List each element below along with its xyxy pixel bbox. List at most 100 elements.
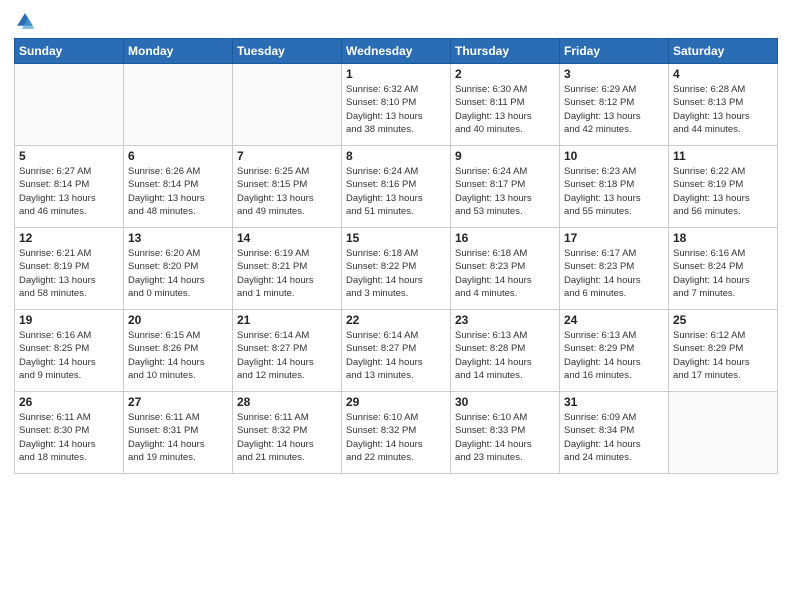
day-number: 18 [673,231,773,245]
calendar-cell: 2 Sunrise: 6:30 AM Sunset: 8:11 PM Daylig… [451,64,560,146]
calendar-cell: 18Sunrise: 6:16 AM Sunset: 8:24 PM Dayli… [669,228,778,310]
day-info: Sunrise: 6:28 AM Sunset: 8:13 PM Dayligh… [673,83,773,136]
calendar-week-2: 5Sunrise: 6:27 AM Sunset: 8:14 PM Daylig… [15,146,778,228]
calendar-cell: 20 Sunrise: 6:15 AM Sunset: 8:26 PM Dayli… [124,310,233,392]
calendar-cell: 25 Sunrise: 6:12 AM Sunset: 8:29 PM Dayli… [669,310,778,392]
calendar-cell: 14Sunrise: 6:19 AM Sunset: 8:21 PM Dayli… [233,228,342,310]
day-number: 3 [564,67,664,81]
day-number: 11 [673,149,773,163]
calendar-cell: 11 Sunrise: 6:22 AM Sunset: 8:19 PM Dayli… [669,146,778,228]
calendar-cell: 3 Sunrise: 6:29 AM Sunset: 8:12 PM Daylig… [560,64,669,146]
day-number: 31 [564,395,664,409]
day-number: 10 [564,149,664,163]
day-info: Sunrise: 6:11 AM Sunset: 8:32 PM Dayligh… [237,411,337,464]
day-number: 2 [455,67,555,81]
day-number: 23 [455,313,555,327]
page: SundayMondayTuesdayWednesdayThursdayFrid… [0,0,792,612]
calendar-cell: 17 Sunrise: 6:17 AM Sunset: 8:23 PM Dayli… [560,228,669,310]
day-number: 27 [128,395,228,409]
calendar-cell: 26Sunrise: 6:11 AM Sunset: 8:30 PM Dayli… [15,392,124,474]
calendar-cell: 16 Sunrise: 6:18 AM Sunset: 8:23 PM Dayli… [451,228,560,310]
day-number: 17 [564,231,664,245]
day-number: 21 [237,313,337,327]
day-info: Sunrise: 6:20 AM Sunset: 8:20 PM Dayligh… [128,247,228,300]
day-info: Sunrise: 6:12 AM Sunset: 8:29 PM Dayligh… [673,329,773,382]
day-number: 9 [455,149,555,163]
calendar-cell: 23 Sunrise: 6:13 AM Sunset: 8:28 PM Dayli… [451,310,560,392]
day-number: 4 [673,67,773,81]
calendar-header-friday: Friday [560,39,669,64]
day-number: 30 [455,395,555,409]
day-info: Sunrise: 6:15 AM Sunset: 8:26 PM Dayligh… [128,329,228,382]
day-info: Sunrise: 6:18 AM Sunset: 8:23 PM Dayligh… [455,247,555,300]
day-info: Sunrise: 6:10 AM Sunset: 8:32 PM Dayligh… [346,411,446,464]
day-info: Sunrise: 6:24 AM Sunset: 8:16 PM Dayligh… [346,165,446,218]
calendar-cell: 6 Sunrise: 6:26 AM Sunset: 8:14 PM Daylig… [124,146,233,228]
day-info: Sunrise: 6:22 AM Sunset: 8:19 PM Dayligh… [673,165,773,218]
day-number: 29 [346,395,446,409]
day-number: 26 [19,395,119,409]
calendar-cell [15,64,124,146]
calendar-cell: 4 Sunrise: 6:28 AM Sunset: 8:13 PM Daylig… [669,64,778,146]
calendar-week-5: 26Sunrise: 6:11 AM Sunset: 8:30 PM Dayli… [15,392,778,474]
day-number: 24 [564,313,664,327]
calendar-cell [124,64,233,146]
calendar-cell: 5Sunrise: 6:27 AM Sunset: 8:14 PM Daylig… [15,146,124,228]
day-number: 12 [19,231,119,245]
day-number: 13 [128,231,228,245]
day-number: 22 [346,313,446,327]
calendar-cell: 28 Sunrise: 6:11 AM Sunset: 8:32 PM Dayli… [233,392,342,474]
day-info: Sunrise: 6:23 AM Sunset: 8:18 PM Dayligh… [564,165,664,218]
day-info: Sunrise: 6:14 AM Sunset: 8:27 PM Dayligh… [346,329,446,382]
calendar-cell: 7Sunrise: 6:25 AM Sunset: 8:15 PM Daylig… [233,146,342,228]
day-number: 20 [128,313,228,327]
day-info: Sunrise: 6:19 AM Sunset: 8:21 PM Dayligh… [237,247,337,300]
calendar-cell: 27 Sunrise: 6:11 AM Sunset: 8:31 PM Dayli… [124,392,233,474]
day-number: 6 [128,149,228,163]
day-info: Sunrise: 6:13 AM Sunset: 8:28 PM Dayligh… [455,329,555,382]
calendar-cell: 8 Sunrise: 6:24 AM Sunset: 8:16 PM Daylig… [342,146,451,228]
day-info: Sunrise: 6:13 AM Sunset: 8:29 PM Dayligh… [564,329,664,382]
calendar-header-row: SundayMondayTuesdayWednesdayThursdayFrid… [15,39,778,64]
day-number: 19 [19,313,119,327]
day-info: Sunrise: 6:30 AM Sunset: 8:11 PM Dayligh… [455,83,555,136]
day-info: Sunrise: 6:24 AM Sunset: 8:17 PM Dayligh… [455,165,555,218]
calendar-cell: 24 Sunrise: 6:13 AM Sunset: 8:29 PM Dayli… [560,310,669,392]
day-info: Sunrise: 6:10 AM Sunset: 8:33 PM Dayligh… [455,411,555,464]
day-number: 8 [346,149,446,163]
calendar-week-4: 19 Sunrise: 6:16 AM Sunset: 8:25 PM Dayli… [15,310,778,392]
calendar-cell: 1Sunrise: 6:32 AM Sunset: 8:10 PM Daylig… [342,64,451,146]
calendar-header-sunday: Sunday [15,39,124,64]
day-number: 7 [237,149,337,163]
calendar-week-1: 1Sunrise: 6:32 AM Sunset: 8:10 PM Daylig… [15,64,778,146]
calendar-table: SundayMondayTuesdayWednesdayThursdayFrid… [14,38,778,474]
calendar-cell [233,64,342,146]
day-info: Sunrise: 6:14 AM Sunset: 8:27 PM Dayligh… [237,329,337,382]
day-info: Sunrise: 6:16 AM Sunset: 8:25 PM Dayligh… [19,329,119,382]
calendar-cell: 15Sunrise: 6:18 AM Sunset: 8:22 PM Dayli… [342,228,451,310]
day-info: Sunrise: 6:17 AM Sunset: 8:23 PM Dayligh… [564,247,664,300]
day-number: 25 [673,313,773,327]
day-number: 5 [19,149,119,163]
calendar-cell [669,392,778,474]
calendar-cell: 9 Sunrise: 6:24 AM Sunset: 8:17 PM Daylig… [451,146,560,228]
day-number: 1 [346,67,446,81]
day-info: Sunrise: 6:26 AM Sunset: 8:14 PM Dayligh… [128,165,228,218]
header [14,10,778,32]
day-info: Sunrise: 6:11 AM Sunset: 8:31 PM Dayligh… [128,411,228,464]
calendar-week-3: 12 Sunrise: 6:21 AM Sunset: 8:19 PM Dayli… [15,228,778,310]
logo-icon [14,10,36,32]
calendar-cell: 30 Sunrise: 6:10 AM Sunset: 8:33 PM Dayli… [451,392,560,474]
day-number: 16 [455,231,555,245]
day-info: Sunrise: 6:09 AM Sunset: 8:34 PM Dayligh… [564,411,664,464]
calendar-cell: 29 Sunrise: 6:10 AM Sunset: 8:32 PM Dayli… [342,392,451,474]
day-number: 28 [237,395,337,409]
calendar-header-monday: Monday [124,39,233,64]
calendar-cell: 21 Sunrise: 6:14 AM Sunset: 8:27 PM Dayli… [233,310,342,392]
day-info: Sunrise: 6:21 AM Sunset: 8:19 PM Dayligh… [19,247,119,300]
day-info: Sunrise: 6:29 AM Sunset: 8:12 PM Dayligh… [564,83,664,136]
calendar-header-thursday: Thursday [451,39,560,64]
calendar-cell: 22 Sunrise: 6:14 AM Sunset: 8:27 PM Dayli… [342,310,451,392]
day-info: Sunrise: 6:18 AM Sunset: 8:22 PM Dayligh… [346,247,446,300]
calendar-cell: 19 Sunrise: 6:16 AM Sunset: 8:25 PM Dayli… [15,310,124,392]
